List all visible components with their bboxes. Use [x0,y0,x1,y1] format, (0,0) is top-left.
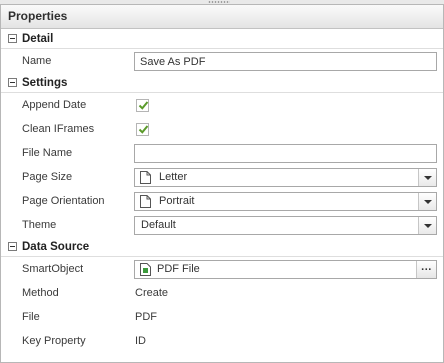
checkmark-icon [138,101,149,110]
section-title: Data Source [22,241,90,253]
clean-iframes-checkbox[interactable] [136,123,149,136]
page-size-value: Letter [159,171,188,183]
property-row-file: File PDF [1,305,443,329]
key-property-label: Key Property [22,335,86,347]
file-name-input[interactable] [134,144,437,163]
append-date-checkbox[interactable] [136,99,149,112]
theme-value: Default [141,219,176,231]
section-settings[interactable]: Settings [1,73,443,93]
property-row-file-name: File Name [1,141,443,165]
property-row-theme: Theme Default [1,213,443,237]
grip-dots-icon [208,1,230,3]
method-value: Create [135,287,169,299]
file-name-label: File Name [22,147,73,159]
smartobject-value: PDF File [157,263,200,275]
property-row-clean-iframes: Clean IFrames [1,117,443,141]
property-row-page-orientation: Page Orientation Portrait [1,189,443,213]
property-row-append-date: Append Date [1,93,443,117]
property-row-page-size: Page Size Letter [1,165,443,189]
theme-dropdown[interactable]: Default [134,216,437,235]
name-label: Name [22,55,52,67]
smartobject-icon [140,263,151,276]
theme-label: Theme [22,219,57,231]
page-orientation-label: Page Orientation [22,195,105,207]
page-orientation-dropdown[interactable]: Portrait [134,192,437,211]
panel-title: Properties [1,5,443,29]
property-row-key-property: Key Property ID [1,329,443,353]
chevron-down-icon[interactable] [418,217,436,234]
properties-panel: Properties Detail Name Settings Append D… [0,4,444,363]
property-row-method: Method Create [1,281,443,305]
file-label: File [22,311,40,323]
page-orientation-value: Portrait [159,195,195,207]
method-label: Method [22,287,59,299]
key-property-value: ID [135,335,146,347]
section-data-source[interactable]: Data Source [1,237,443,257]
collapse-icon[interactable] [8,78,17,87]
collapse-icon[interactable] [8,242,17,251]
page-size-label: Page Size [22,171,73,183]
chevron-down-icon[interactable] [418,169,436,186]
section-detail[interactable]: Detail [1,29,443,49]
smartobject-field[interactable]: PDF File ... [134,260,437,279]
chevron-down-icon[interactable] [418,193,436,210]
document-icon [140,195,151,208]
property-row-smartobject: SmartObject PDF File ... [1,257,443,281]
checkmark-icon [138,125,149,134]
browse-button[interactable]: ... [416,261,436,278]
name-input[interactable] [134,52,437,71]
section-title: Detail [22,33,54,45]
smartobject-label: SmartObject [22,263,84,275]
file-value: PDF [135,311,157,323]
append-date-label: Append Date [22,99,87,111]
page-size-dropdown[interactable]: Letter [134,168,437,187]
collapse-icon[interactable] [8,34,17,43]
document-icon [140,171,151,184]
section-title: Settings [22,77,68,89]
clean-iframes-label: Clean IFrames [22,123,95,135]
property-row-name: Name [1,49,443,73]
